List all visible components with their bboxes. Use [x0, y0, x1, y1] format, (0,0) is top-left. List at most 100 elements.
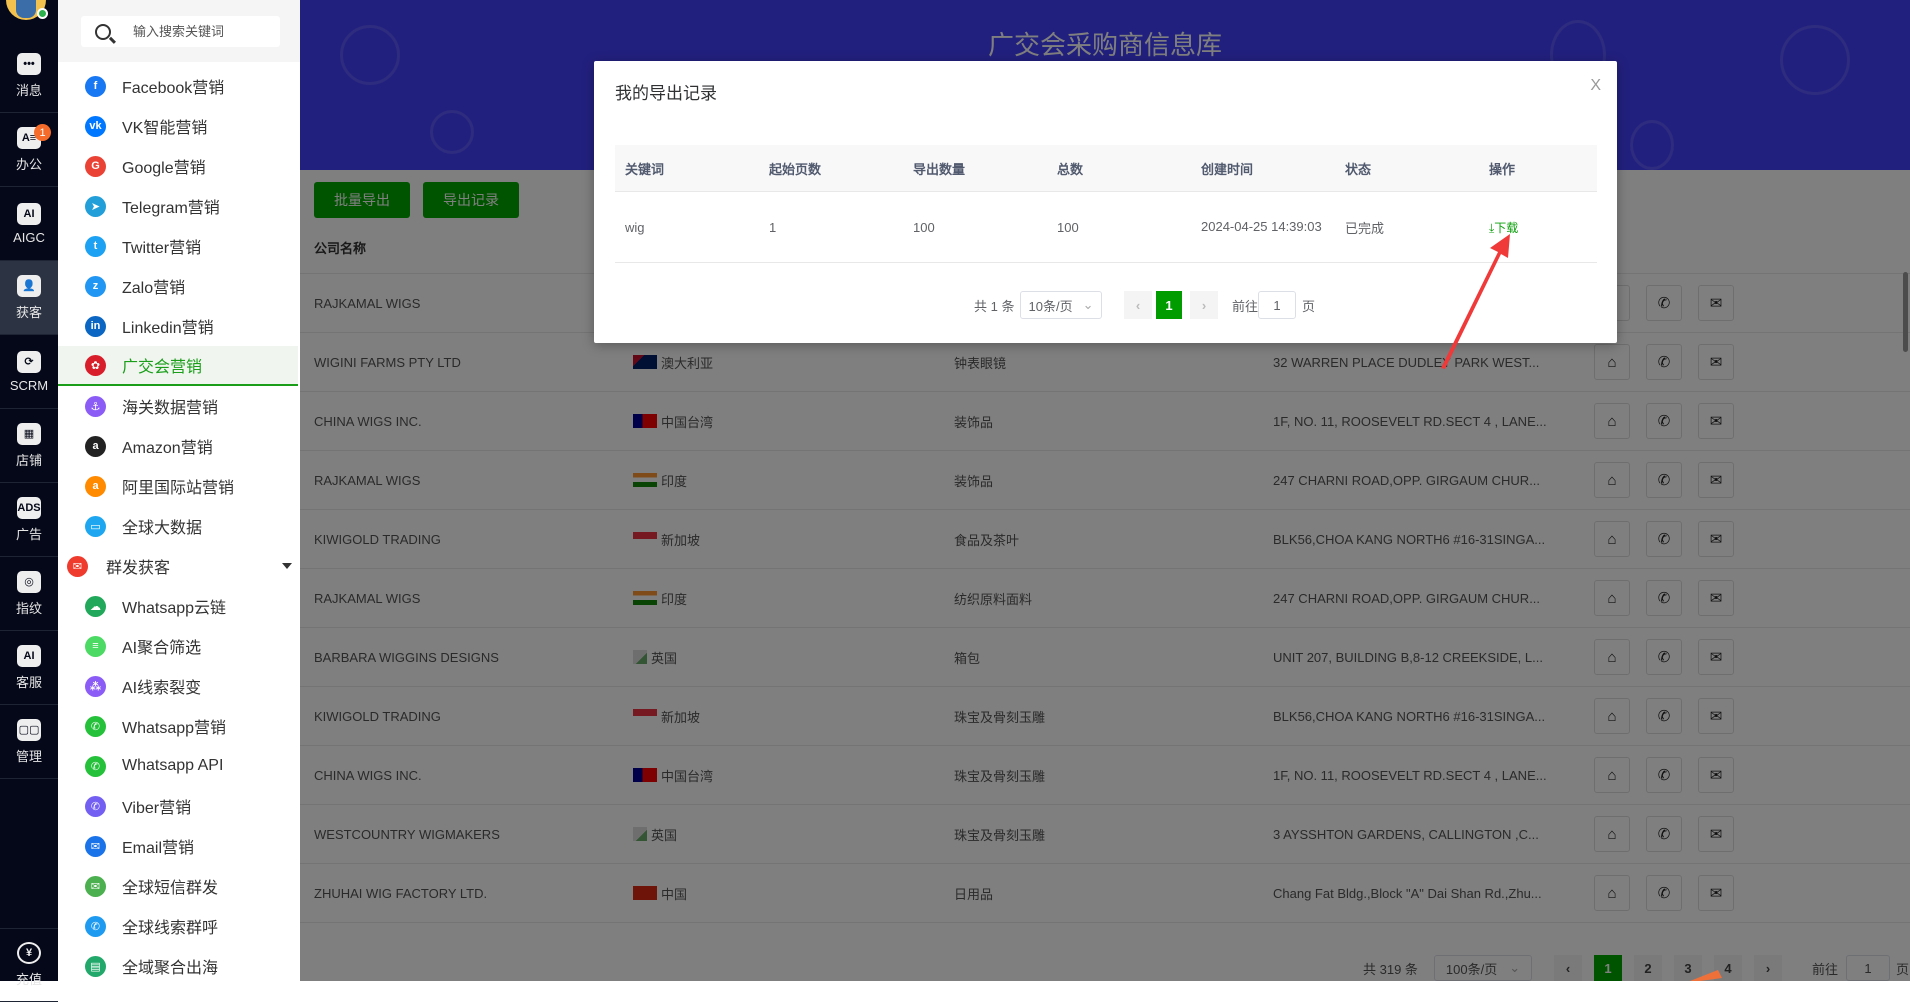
- sidebar-item-email[interactable]: ✉ Email营销: [58, 826, 298, 866]
- sidebar-item-label: Email营销: [122, 840, 195, 857]
- search-box[interactable]: [81, 16, 280, 47]
- page-size-value: 10条/页: [1028, 298, 1073, 314]
- rail-item-office[interactable]: A≡ 办公 1: [0, 113, 58, 187]
- search-icon: [95, 23, 111, 40]
- sidebar-item-label: Google营销: [122, 160, 206, 177]
- sidebar-item-telegram[interactable]: ➤ Telegram营销: [58, 186, 298, 226]
- rail-item-label: 指纹: [15, 600, 42, 616]
- sidebar: f Facebook营销 vk VK智能营销 G Google营销 ➤ Telegram营销 t…: [58, 0, 358, 981]
- rail-item-label: 消息: [15, 82, 42, 98]
- prev-page-button[interactable]: ‹: [1124, 291, 1152, 319]
- sidebar-item-viber[interactable]: ✆ Viber营销: [58, 786, 298, 826]
- sidebar-item-label: Telegram营销: [122, 200, 220, 217]
- rail-item-manage[interactable]: ▢▢ 管理: [0, 705, 58, 779]
- sidebar-item-label: 全球线索群呼: [122, 920, 219, 937]
- sidebar-item-label: Linkedin营销: [122, 320, 214, 337]
- sidebar-item-vk[interactable]: vk VK智能营销: [58, 106, 298, 146]
- page-1-button[interactable]: 1: [1156, 291, 1182, 319]
- sidebar-item-whatsapp[interactable]: ✆ Whatsapp营销: [58, 706, 298, 746]
- close-icon[interactable]: X: [1590, 77, 1601, 95]
- dialog-table-header: 关键词 起始页数 导出数量 总数 创建时间 状态 操作: [615, 145, 1597, 192]
- chevron-down-icon: ⌄: [1082, 297, 1094, 312]
- sidebar-item-linkedin[interactable]: in Linkedin营销: [58, 306, 298, 346]
- fission-icon: ⁂: [85, 675, 106, 697]
- rail-item-shop[interactable]: ▦ 店铺: [0, 409, 58, 483]
- email-icon: ✉: [85, 835, 106, 857]
- sidebar-item-label: Viber营销: [122, 800, 192, 817]
- sidebar-item-label: Whatsapp API: [122, 757, 224, 774]
- facebook-icon: f: [85, 75, 106, 97]
- caret-down-icon[interactable]: [282, 563, 292, 574]
- rail-item-customer-service[interactable]: AI 客服: [0, 631, 58, 705]
- table-row: wig 1 100 100 2024-04-25 14:39:03 已完成 ⤓下…: [615, 192, 1597, 263]
- rail-item-ai[interactable]: AI AIGC: [0, 187, 58, 261]
- sidebar-item-amazon[interactable]: a Amazon营销: [58, 426, 298, 466]
- sidebar-item-label: Whatsapp云链: [122, 600, 227, 617]
- cell-created-time: 2024-04-25 14:39:03: [1201, 219, 1322, 234]
- sidebar-item-fission[interactable]: ⁂ AI线索裂变: [58, 666, 298, 706]
- dialog-title: 我的导出记录: [615, 84, 717, 103]
- sidebar-item-phone-call[interactable]: ✆ 全球线索群呼: [58, 906, 298, 946]
- sidebar-item-label: Twitter营销: [122, 240, 202, 257]
- total-count: 共 1 条: [974, 298, 1015, 314]
- rail-item-label: 办公: [15, 156, 42, 172]
- sidebar-item-global-aggregate[interactable]: ▤ 全域聚合出海: [58, 946, 298, 986]
- whatsapp-icon: ✆: [85, 715, 106, 737]
- sidebar-item-whatsapp-api[interactable]: ✆ Whatsapp API: [58, 746, 298, 786]
- telegram-icon: ➤: [85, 195, 106, 217]
- cell-total: 100: [1057, 219, 1079, 235]
- download-link[interactable]: ⤓下载: [1489, 219, 1518, 236]
- dialog-col-header: 关键词: [625, 161, 665, 177]
- rail-item-scrm[interactable]: ⟳ SCRM: [0, 335, 58, 409]
- filter-icon: ≡: [85, 635, 106, 657]
- search-area: [58, 0, 300, 62]
- search-input[interactable]: [133, 24, 273, 39]
- sidebar-item-label: AI线索裂变: [122, 680, 202, 697]
- sidebar-item-canton-fair[interactable]: ✿ 广交会营销: [58, 346, 298, 386]
- rail-item-label: SCRM: [9, 377, 49, 393]
- sidebar-item-label: Whatsapp营销: [122, 720, 227, 737]
- sidebar-item-alibaba[interactable]: a 阿里国际站营销: [58, 466, 298, 506]
- goto-page-input[interactable]: 1: [1258, 291, 1296, 319]
- sidebar-item-sms[interactable]: ✉ 全球短信群发: [58, 866, 298, 906]
- rail-item-user-acquire[interactable]: 👤 获客: [0, 261, 58, 335]
- alibaba-icon: a: [85, 475, 106, 497]
- rail-item-fingerprint[interactable]: ◎ 指纹: [0, 557, 58, 631]
- sidebar-item-facebook[interactable]: f Facebook营销: [58, 66, 298, 106]
- sidebar-item-whatsapp-cloud[interactable]: ☁ Whatsapp云链: [58, 586, 298, 626]
- fingerprint-icon: ◎: [17, 570, 41, 593]
- rail-item-message[interactable]: ••• 消息: [0, 39, 58, 113]
- dialog-col-header: 总数: [1057, 161, 1084, 177]
- rail-item-recharge[interactable]: ¥ 充值: [0, 928, 58, 1002]
- sidebar-item-zalo[interactable]: z Zalo营销: [58, 266, 298, 306]
- sms-icon: ✉: [85, 875, 106, 897]
- vk-icon: vk: [85, 115, 106, 137]
- sidebar-item-mass-send[interactable]: ✉ 群发获客: [58, 546, 298, 586]
- big-data-icon: ▭: [85, 515, 106, 537]
- sidebar-item-label: 广交会营销: [122, 359, 203, 376]
- whatsapp-cloud-icon: ☁: [85, 595, 106, 617]
- online-status-dot: [37, 8, 48, 19]
- anchor-icon: ⚓: [85, 395, 106, 417]
- phone-call-icon: ✆: [85, 915, 106, 937]
- cell-start-page: 1: [769, 219, 777, 235]
- cell-status: 已完成: [1345, 220, 1385, 236]
- dialog-col-header: 导出数量: [913, 161, 966, 177]
- page-size-select[interactable]: 10条/页 ⌄: [1020, 291, 1102, 319]
- rail-item-ads[interactable]: ADS 广告: [0, 483, 58, 557]
- sidebar-item-twitter[interactable]: t Twitter营销: [58, 226, 298, 266]
- dialog-col-header: 创建时间: [1201, 161, 1254, 177]
- twitter-icon: t: [85, 235, 106, 257]
- dialog-col-header: 操作: [1489, 161, 1516, 177]
- sidebar-item-filter[interactable]: ≡ AI聚合筛选: [58, 626, 298, 666]
- rail-item-label: 客服: [15, 674, 42, 690]
- rail-item-label: AIGC: [13, 229, 45, 245]
- rail-item-label: 获客: [15, 304, 42, 320]
- rail-item-label: 充值: [15, 972, 42, 987]
- sidebar-item-big-data[interactable]: ▭ 全球大数据: [58, 506, 298, 546]
- next-page-button[interactable]: ›: [1190, 291, 1218, 319]
- sidebar-item-label: 全球短信群发: [122, 880, 219, 897]
- sidebar-item-google[interactable]: G Google营销: [58, 146, 298, 186]
- sidebar-item-anchor[interactable]: ⚓ 海关数据营销: [58, 386, 298, 426]
- dialog-col-header: 起始页数: [769, 161, 822, 177]
